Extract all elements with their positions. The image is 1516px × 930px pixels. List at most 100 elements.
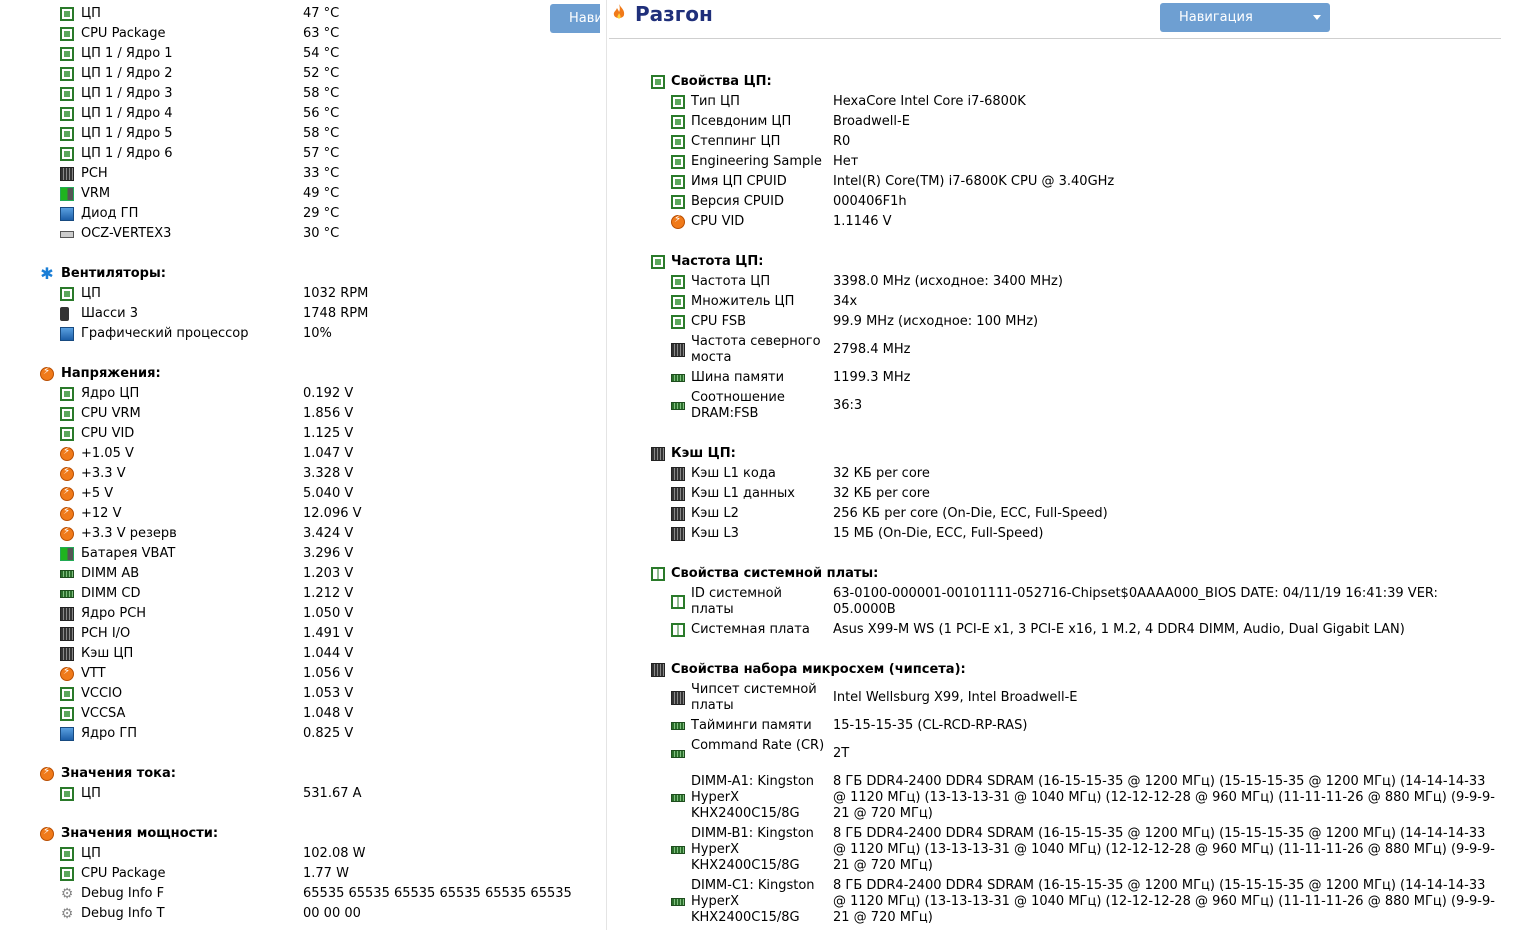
sensor-row: +12 V 12.096 V [0,504,600,524]
sensor-label: +5 V [81,486,114,501]
sensor-row: ЦП 1 / Ядро 2 52 °C [0,64,600,84]
sensor-label: ЦП 1 / Ядро 5 [81,126,173,141]
cpu-chip-icon [651,75,665,89]
property-value: 32 КБ per core [833,486,930,501]
chipset-icon [671,691,685,705]
motherboard-icon [671,595,685,609]
sensor-label: Ядро PCH [81,606,147,621]
sensor-label: OCZ-VERTEX3 [81,226,172,241]
section-title: Кэш ЦП: [671,446,736,461]
cpu-chip-icon [671,135,685,149]
sensor-value: 1032 RPM [303,286,369,301]
cpu-chip-icon [60,407,74,421]
cpu-chip-icon [60,787,74,801]
sensor-label: ЦП 1 / Ядро 2 [81,66,173,81]
property-row: Версия CPUID 000406F1h [609,192,1516,212]
memory-module-icon [671,402,685,410]
sensor-value: 1748 RPM [303,306,369,321]
property-label: Имя ЦП CPUID [691,174,787,189]
navigation-dropdown[interactable]: Навигация [1160,3,1330,32]
sensor-value: 1.056 V [303,666,354,681]
cpu-chip-icon [671,195,685,209]
sensor-value: 1.048 V [303,706,354,721]
sensor-row: +1.05 V 1.047 V [0,444,600,464]
sensor-label: ЦП 1 / Ядро 3 [81,86,173,101]
section-title: Частота ЦП: [671,254,764,269]
sensor-value: 33 °C [303,166,340,181]
sensor-row: +3.3 V 3.328 V [0,464,600,484]
property-label: Кэш L2 [691,506,739,521]
property-value: Intel(R) Core(TM) i7-6800K CPU @ 3.40GHz [833,174,1115,189]
gpu-icon [60,727,74,741]
property-value: 15-15-15-35 (CL-RCD-RP-RAS) [833,718,1028,733]
sensor-value: 3.296 V [303,546,354,561]
sensor-row: VCCIO 1.053 V [0,684,600,704]
memory-module-icon [60,590,74,598]
sensor-row: ЦП 1 / Ядро 6 57 °C [0,144,600,164]
property-value: Нет [833,154,859,169]
chipset-icon [60,607,74,621]
property-value: HexaCore Intel Core i7-6800K [833,94,1026,109]
chipset-icon [671,507,685,521]
sensor-label: Напряжения: [61,366,161,381]
property-label: Engineering Sample [691,154,822,169]
cpu-chip-icon [671,95,685,109]
chipset-icon [60,627,74,641]
property-row: Соотношение DRAM:FSB 36:3 [609,388,1516,424]
sensor-value: 65535 65535 65535 65535 65535 65535 [303,886,572,901]
property-label: Command Rate (CR) [691,738,825,753]
cpu-chip-icon [60,427,74,441]
sensor-value: 57 °C [303,146,340,161]
memory-module-icon [671,722,685,730]
sensor-row: ЦП 47 °C [0,4,600,24]
battery-icon [60,187,74,201]
gpu-icon [60,327,74,341]
sensor-value: 531.67 A [303,786,362,801]
property-row: Чипсет системной платы Intel Wellsburg X9… [609,680,1516,716]
voltage-icon [60,446,74,461]
property-row: DIMM-B1: Kingston HyperX KHX2400C15/8G 8 … [609,824,1516,876]
property-value: 8 ГБ DDR4-2400 DDR4 SDRAM (16-15-15-35 @… [833,774,1495,821]
motherboard-icon [671,623,685,637]
cpu-chip-icon [60,287,74,301]
sensor-value: 58 °C [303,86,340,101]
sensor-row: Ядро ЦП 0.192 V [0,384,600,404]
sensor-row: ЦП 1 / Ядро 5 58 °C [0,124,600,144]
sensor-row: CPU Package 1.77 W [0,864,600,884]
sensor-label: ЦП 1 / Ядро 4 [81,106,173,121]
sensor-label: Кэш ЦП [81,646,134,661]
sensor-row: VTT 1.056 V [0,664,600,684]
sensor-value: 1.203 V [303,566,354,581]
property-row: CPU VID 1.1146 V [609,212,1516,232]
property-label: Соотношение DRAM:FSB [691,390,785,421]
section-title: Свойства ЦП: [671,74,772,89]
sensor-label: CPU Package [81,26,166,41]
sensor-label: Диод ГП [81,206,139,221]
sensor-label: ЦП [81,786,101,801]
voltage-icon [60,526,74,541]
property-label: Тип ЦП [691,94,740,109]
property-label: DIMM-B1: Kingston HyperX KHX2400C15/8G [691,826,814,873]
sensor-row: VCCSA 1.048 V [0,704,600,724]
sensor-row: PCH 33 °C [0,164,600,184]
sensor-value: 0.192 V [303,386,354,401]
property-row: Частота северного моста 2798.4 MHz [609,332,1516,368]
sensor-row: CPU Package 63 °C [0,24,600,44]
property-value: Intel Wellsburg X99, Intel Broadwell-E [833,690,1078,705]
sensor-row: ЦП 1032 RPM [0,284,600,304]
property-row: Кэш L1 кода 32 КБ per core [609,464,1516,484]
section-header: Свойства системной платы: [609,564,1516,584]
property-label: Чипсет системной платы [691,682,817,713]
property-row: Псевдоним ЦП Broadwell-E [609,112,1516,132]
sensor-row: PCH I/O 1.491 V [0,624,600,644]
sensor-value: 63 °C [303,26,340,41]
property-label: Шина памяти [691,370,785,385]
property-row: Тайминги памяти 15-15-15-35 (CL-RCD-RP-RA… [609,716,1516,736]
section-title: Свойства системной платы: [671,566,879,581]
property-value: 2T [833,746,850,761]
overclock-panel: Разгон Навигация Свойства ЦП: Тип ЦП HexaC… [609,0,1516,930]
sensor-value: 1.044 V [303,646,354,661]
sensor-value: 3.424 V [303,526,354,541]
sensor-label: VCCSA [81,706,126,721]
sensor-row: ЦП 531.67 A [0,784,600,804]
